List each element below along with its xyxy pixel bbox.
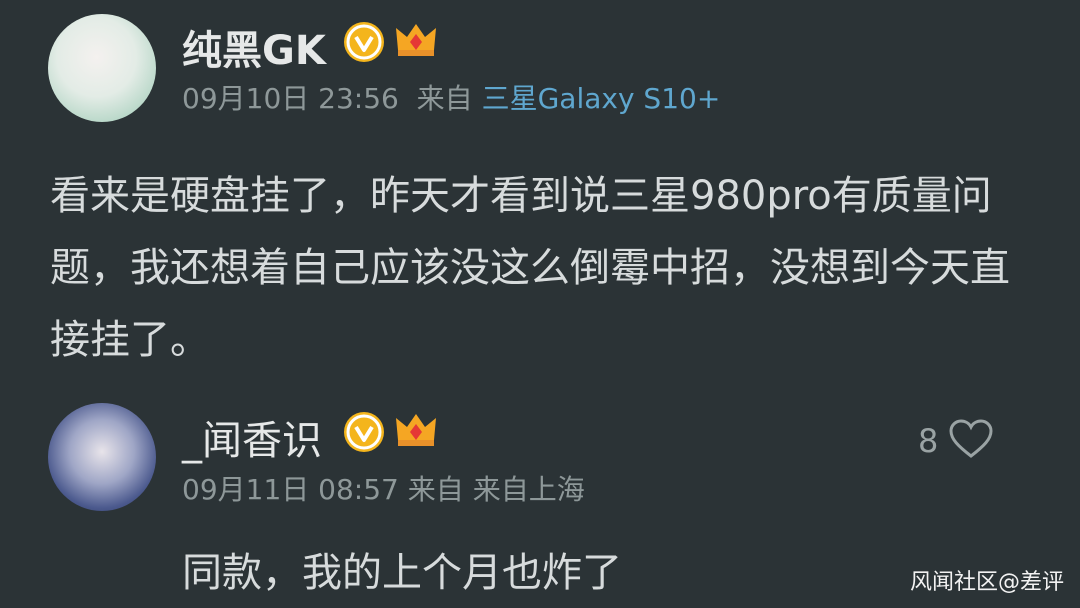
post-username[interactable]: 纯黑GK <box>182 18 326 76</box>
post-device-link[interactable]: 三星Galaxy S10+ <box>482 82 721 115</box>
post-text: 看来是硬盘挂了，昨天才看到说三星980pro有质量问题，我还想着自己应该没这么倒… <box>50 173 1010 363</box>
comment-location: 来自上海 <box>472 473 585 506</box>
post-avatar[interactable] <box>48 14 156 122</box>
comment-meta: 09月11日 08:57 来自 来自上海 <box>182 468 585 508</box>
comment-avatar[interactable] <box>48 403 156 511</box>
watermark: 风闻社区@差评 <box>909 570 1064 595</box>
comment-like-count: 8 <box>918 422 939 460</box>
crown-icon <box>394 410 438 450</box>
verified-badge-icon <box>344 22 384 62</box>
post-date: 09月10日 23:56 <box>182 82 399 115</box>
comment-date: 09月11日 08:57 <box>182 473 399 506</box>
post-from-label: 来自 <box>416 82 473 115</box>
comment-text: 同款，我的上个月也炸了 <box>182 550 622 596</box>
post-meta: 09月10日 23:56 来自 三星Galaxy S10+ <box>182 77 720 117</box>
comment-username[interactable]: _闻香识 <box>182 408 322 466</box>
crown-icon <box>394 20 438 60</box>
comment-from-label: 来自 <box>407 473 464 506</box>
heart-icon <box>948 418 994 464</box>
verified-badge-icon <box>344 412 384 452</box>
comment-like-button[interactable]: 8 <box>918 418 994 464</box>
